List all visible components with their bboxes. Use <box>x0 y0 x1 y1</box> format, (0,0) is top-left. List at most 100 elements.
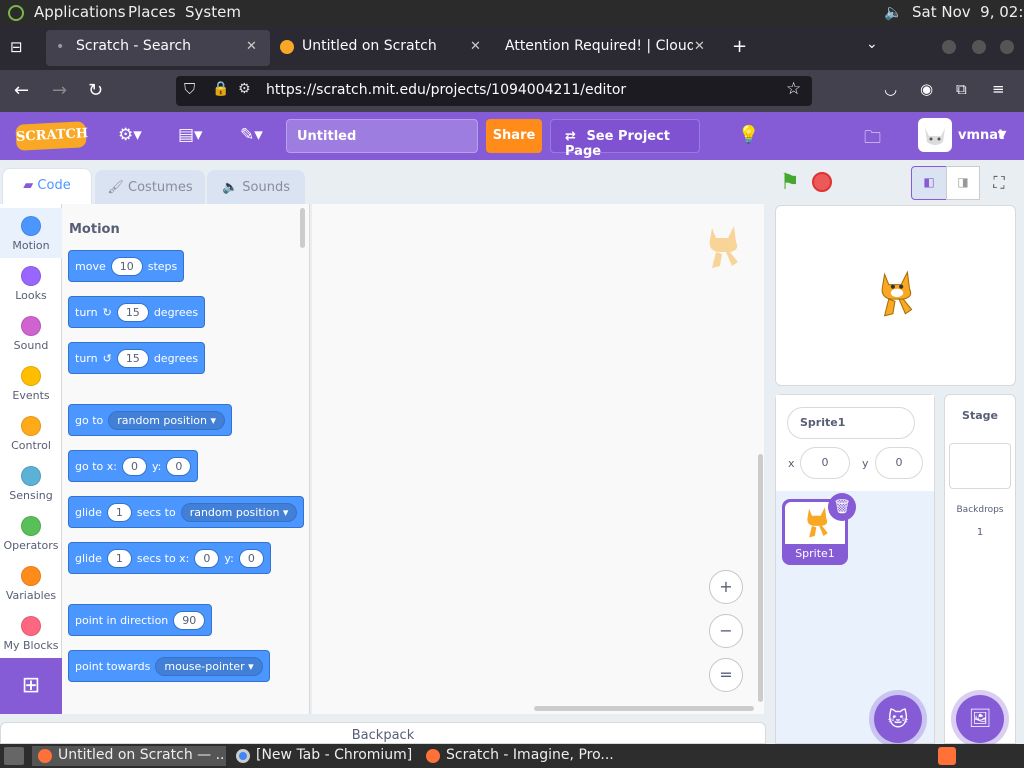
permissions-icon[interactable]: ⚙ <box>238 81 251 97</box>
green-flag-icon[interactable]: ⚑ <box>780 170 800 195</box>
url-text[interactable]: https://scratch.mit.edu/projects/1094004… <box>266 82 626 98</box>
workspace-vertical-scrollbar[interactable] <box>758 454 763 702</box>
close-window-icon[interactable] <box>1000 40 1014 54</box>
edit-menu-icon[interactable]: ✎▾ <box>240 125 263 145</box>
block-dropdown[interactable]: random position ▾ <box>180 502 298 522</box>
category-my-blocks[interactable]: My Blocks <box>0 608 62 658</box>
my-stuff-folder-icon[interactable]: 🗀 <box>864 125 881 154</box>
minimize-icon[interactable] <box>942 40 956 54</box>
category-control[interactable]: Control <box>0 408 62 458</box>
menu-system[interactable]: System <box>185 3 241 21</box>
block-point-in-direction[interactable]: point in direction 90 <box>68 604 213 636</box>
add-extension-button[interactable]: ⊞ <box>0 658 62 714</box>
taskbar-item-scratch-imagine[interactable]: Scratch - Imagine, Pro... <box>420 746 616 766</box>
tab-attention-required[interactable]: Attention Required! | Cloudfl ✕ <box>494 30 714 66</box>
stop-sign-icon[interactable] <box>812 172 832 192</box>
forward-icon[interactable]: → <box>52 80 67 101</box>
block-glide-to-xy[interactable]: glide 1 secs to x: 0 y: 0 <box>68 542 271 574</box>
zoom-out-button[interactable]: − <box>709 614 743 648</box>
sprite-name-input[interactable]: Sprite1 <box>787 407 915 439</box>
block-turn-right[interactable]: turn ↻ 15 degrees <box>68 296 206 328</box>
menu-applications[interactable]: Applications <box>34 3 126 21</box>
block-input[interactable]: 10 <box>110 256 143 276</box>
block-input[interactable]: 15 <box>116 302 149 322</box>
palette-scrollbar[interactable] <box>300 208 305 248</box>
zoom-in-button[interactable]: + <box>709 570 743 604</box>
block-move-steps[interactable]: move 10 steps <box>68 250 185 282</box>
fullscreen-button[interactable]: ⛶ <box>984 168 1014 198</box>
menu-places[interactable]: Places <box>128 3 176 21</box>
block-go-to-xy[interactable]: go to x: 0 y: 0 <box>68 450 199 482</box>
extensions-icon[interactable]: ⧉ <box>956 80 967 98</box>
stage-canvas[interactable] <box>775 205 1016 386</box>
block-input[interactable]: 1 <box>106 548 132 568</box>
zoom-reset-button[interactable]: = <box>709 658 743 692</box>
account-icon[interactable]: ◉ <box>920 80 933 98</box>
see-project-page-button[interactable]: ⇄ See Project Page <box>550 119 700 159</box>
hamburger-menu-icon[interactable]: ≡ <box>992 80 1005 98</box>
workspace-horizontal-scrollbar[interactable] <box>534 706 754 711</box>
pocket-icon[interactable]: ◡ <box>884 80 897 98</box>
show-desktop-icon[interactable] <box>4 747 24 765</box>
stage-selector[interactable]: Stage Backdrops 1 <box>944 394 1016 744</box>
taskbar-item-chromium[interactable]: [New Tab - Chromium] <box>230 746 416 766</box>
block-point-towards[interactable]: point towards mouse-pointer ▾ <box>68 650 270 682</box>
sprite-cat-icon[interactable] <box>870 268 922 322</box>
stage-thumbnail[interactable] <box>949 443 1011 489</box>
volume-icon[interactable]: 🔈 <box>884 3 903 21</box>
taskbar-item-untitled-scratch[interactable]: Untitled on Scratch — ... <box>32 746 226 766</box>
tab-sounds[interactable]: 🔈 Sounds <box>207 170 305 204</box>
block-dropdown[interactable]: random position ▾ <box>108 410 226 430</box>
category-events[interactable]: Events <box>0 358 62 408</box>
script-workspace[interactable]: + − = <box>312 204 764 714</box>
tab-costumes[interactable]: 🖌 Costumes <box>95 170 205 204</box>
close-tab-icon[interactable]: ✕ <box>694 39 705 54</box>
account-chevron-down-icon[interactable]: ▼ <box>998 128 1006 141</box>
sprite-x-input[interactable]: 0 <box>800 447 850 479</box>
tab-scratch-search[interactable]: • Scratch - Search ✕ <box>46 30 270 66</box>
delete-sprite-button[interactable]: 🗑 <box>828 493 856 521</box>
avatar[interactable] <box>918 118 952 152</box>
url-bar[interactable]: ⛉ 🔒 ⚙ https://scratch.mit.edu/projects/1… <box>176 76 812 106</box>
block-input-x[interactable]: 0 <box>121 456 147 476</box>
close-tab-icon[interactable]: ✕ <box>470 39 481 54</box>
file-menu-icon[interactable]: ▤▾ <box>178 125 203 145</box>
choose-sprite-button[interactable]: 🐱 <box>874 695 922 743</box>
category-variables[interactable]: Variables <box>0 558 62 608</box>
firefox-tray-icon[interactable] <box>938 747 956 765</box>
close-tab-icon[interactable]: ✕ <box>246 39 257 54</box>
maximize-icon[interactable] <box>972 40 986 54</box>
category-sensing[interactable]: Sensing <box>0 458 62 508</box>
block-turn-left[interactable]: turn ↺ 15 degrees <box>68 342 206 374</box>
small-stage-button[interactable]: ◧ <box>911 166 947 200</box>
block-dropdown[interactable]: mouse-pointer ▾ <box>155 656 263 676</box>
tutorials-lightbulb-icon[interactable]: 💡 <box>738 125 759 145</box>
new-tab-button[interactable]: + <box>732 36 747 57</box>
backpack-header[interactable]: Backpack <box>0 722 766 744</box>
category-sound[interactable]: Sound <box>0 308 62 358</box>
block-glide-to[interactable]: glide 1 secs to random position ▾ <box>68 496 305 528</box>
block-input[interactable]: 90 <box>173 610 206 630</box>
block-go-to[interactable]: go to random position ▾ <box>68 404 233 436</box>
block-input-x[interactable]: 0 <box>194 548 220 568</box>
scratch-logo[interactable]: SCRATCH <box>15 121 89 151</box>
project-title-input[interactable]: Untitled <box>286 119 478 153</box>
category-operators[interactable]: Operators <box>0 508 62 558</box>
block-input[interactable]: 1 <box>106 502 132 522</box>
tab-overview-icon[interactable]: ⊟ <box>10 38 23 56</box>
lock-icon[interactable]: 🔒 <box>212 81 229 97</box>
category-motion[interactable]: Motion <box>0 208 62 258</box>
bookmark-star-icon[interactable]: ☆ <box>786 79 801 99</box>
block-input[interactable]: 15 <box>116 348 149 368</box>
share-button[interactable]: Share <box>486 119 542 153</box>
shield-icon[interactable]: ⛉ <box>184 80 195 98</box>
tab-list-chevron-icon[interactable]: ⌄ <box>866 36 878 52</box>
tab-untitled-on-scratch[interactable]: Untitled on Scratch ✕ <box>272 30 492 66</box>
category-looks[interactable]: Looks <box>0 258 62 308</box>
choose-backdrop-button[interactable]: 🖼 <box>956 695 1004 743</box>
block-input-y[interactable]: 0 <box>238 548 264 568</box>
settings-gear-icon[interactable]: ⚙▾ <box>118 125 142 145</box>
os-logo-icon[interactable] <box>8 5 24 21</box>
tab-code[interactable]: ▰ Code <box>2 168 92 205</box>
sprite-y-input[interactable]: 0 <box>875 447 923 479</box>
